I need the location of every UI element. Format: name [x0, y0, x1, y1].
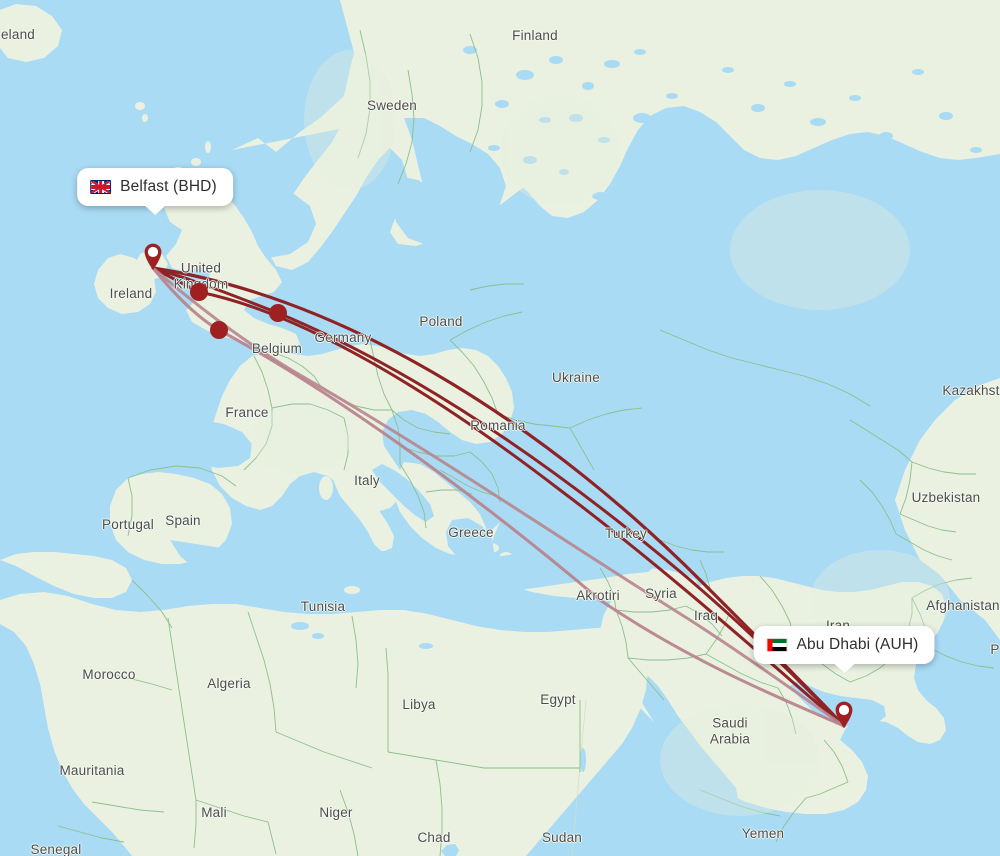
- tooltip-pointer: [833, 663, 855, 673]
- waypoint-1-marker[interactable]: [190, 283, 208, 301]
- destination-pin-marker[interactable]: [833, 699, 855, 734]
- waypoint-3-marker[interactable]: [210, 321, 228, 339]
- origin-airport-label: Belfast (BHD): [120, 178, 217, 195]
- origin-pin-marker[interactable]: [142, 241, 164, 276]
- tooltip-pointer: [143, 205, 166, 215]
- waypoint-2-marker[interactable]: [269, 304, 287, 322]
- gb-flag-icon: [90, 180, 112, 194]
- flight-route-map[interactable]: .ld { fill:#eaf1e1; } .ld2{ fill:#e6eedc…: [0, 0, 1000, 856]
- destination-airport-tooltip[interactable]: Abu Dhabi (AUH): [753, 626, 935, 673]
- destination-airport-label: Abu Dhabi (AUH): [796, 636, 919, 653]
- origin-airport-tooltip[interactable]: Belfast (BHD): [77, 168, 233, 215]
- ae-flag-icon: [766, 638, 788, 652]
- route-secondary-southern: [151, 266, 846, 728]
